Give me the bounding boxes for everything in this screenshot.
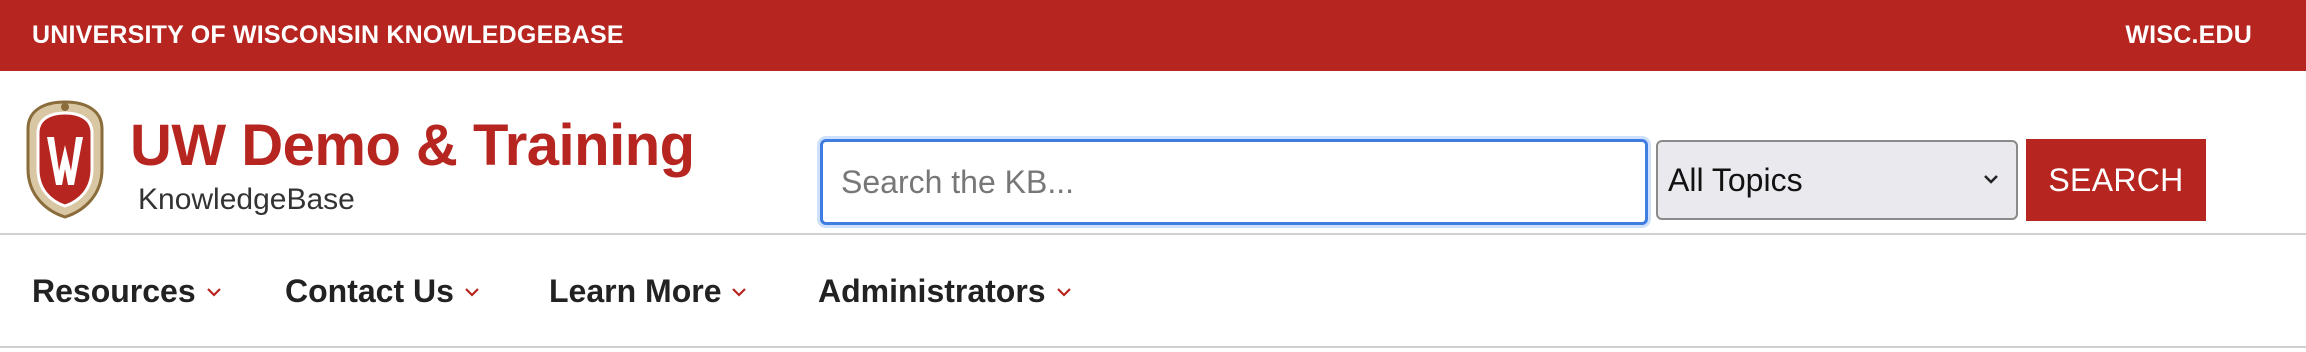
chevron-down-icon bbox=[732, 287, 747, 297]
uw-crest-icon[interactable] bbox=[24, 99, 106, 219]
nav-item-learn-more[interactable]: Learn More bbox=[549, 273, 747, 310]
chevron-down-icon bbox=[206, 287, 221, 297]
site-subtitle: KnowledgeBase bbox=[138, 183, 355, 216]
nav-item-label: Contact Us bbox=[285, 273, 454, 309]
site-title[interactable]: UW Demo & Training bbox=[130, 115, 695, 177]
chevron-down-icon bbox=[465, 287, 479, 297]
nav-item-contact-us[interactable]: Contact Us bbox=[285, 273, 480, 310]
wisc-edu-link[interactable]: WISC.EDU bbox=[2125, 21, 2252, 50]
topic-select[interactable]: All Topics bbox=[1656, 140, 2018, 220]
chevron-down-icon bbox=[1056, 287, 1071, 297]
search-input[interactable] bbox=[820, 139, 1648, 225]
nav-item-label: Administrators bbox=[818, 273, 1046, 309]
top-bar: UNIVERSITY OF WISCONSIN KNOWLEDGEBASE WI… bbox=[0, 0, 2306, 71]
main-nav: Resources Contact Us Learn More Administ… bbox=[0, 235, 2306, 348]
nav-item-resources[interactable]: Resources bbox=[32, 273, 222, 310]
chevron-down-icon bbox=[1984, 175, 1998, 184]
site-header: UW Demo & Training KnowledgeBase All Top… bbox=[0, 71, 2306, 235]
search-button[interactable]: SEARCH bbox=[2026, 139, 2206, 221]
university-brand-link[interactable]: UNIVERSITY OF WISCONSIN KNOWLEDGEBASE bbox=[32, 21, 624, 50]
nav-item-label: Resources bbox=[32, 273, 196, 309]
topic-select-value: All Topics bbox=[1668, 161, 1803, 198]
nav-item-label: Learn More bbox=[549, 273, 722, 309]
nav-item-administrators[interactable]: Administrators bbox=[818, 273, 1072, 310]
